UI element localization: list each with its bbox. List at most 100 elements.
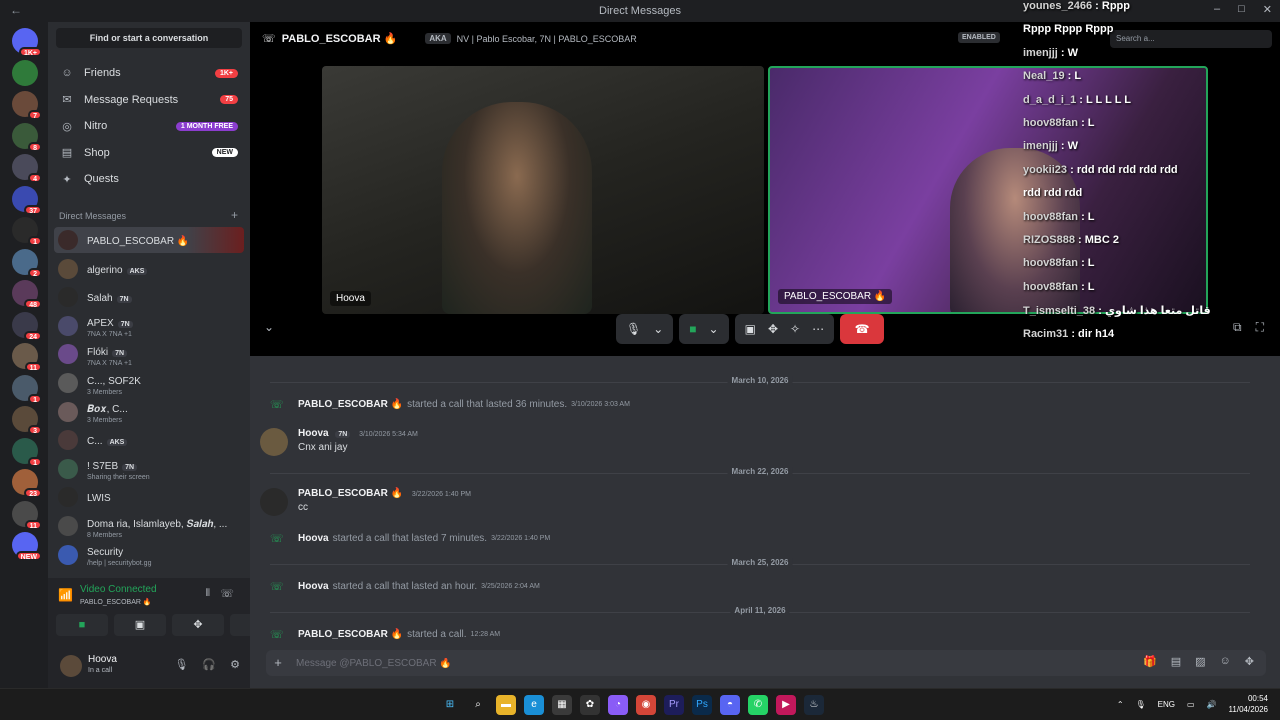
avatar[interactable] bbox=[260, 428, 288, 456]
server-icon[interactable] bbox=[12, 59, 38, 86]
gif-icon[interactable]: ▤ bbox=[1171, 655, 1181, 668]
edge-icon[interactable]: e bbox=[524, 695, 544, 715]
video-tile-pablo[interactable]: PABLO_ESCOBAR 🔥 bbox=[768, 66, 1208, 314]
server-icon[interactable]: 1 bbox=[12, 437, 42, 467]
message-author[interactable]: Hoova bbox=[298, 428, 329, 439]
steam-icon[interactable]: ♨ bbox=[804, 695, 824, 715]
chatgpt-icon[interactable]: ✿ bbox=[580, 695, 600, 715]
activities-icon[interactable]: ✥ bbox=[768, 322, 778, 336]
server-icon[interactable]: 1 bbox=[12, 374, 42, 404]
dm-item[interactable]: algerino AKS bbox=[54, 256, 244, 282]
nav-item-shop[interactable]: ▤ Shop NEW bbox=[54, 142, 244, 164]
server-icon[interactable]: 8 bbox=[12, 122, 42, 152]
emoji-icon[interactable]: ☺ bbox=[1220, 655, 1231, 668]
enabled-badge[interactable]: ENABLED bbox=[958, 32, 1000, 43]
dm-item[interactable]: Flóki 7N 7NA X 7NA +1 bbox=[54, 341, 244, 367]
chrome-icon[interactable]: ◉ bbox=[636, 695, 656, 715]
create-dm-plus-icon[interactable]: + bbox=[231, 208, 238, 222]
whatsapp-icon[interactable]: ✆ bbox=[748, 695, 768, 715]
message-author[interactable]: PABLO_ESCOBAR 🔥 bbox=[298, 629, 403, 640]
mute-microphone-button[interactable]: 🎙 ⌄ bbox=[616, 314, 674, 344]
back-arrow-icon[interactable]: ← bbox=[10, 3, 22, 17]
add-attachment-icon[interactable]: + bbox=[270, 655, 286, 670]
file-explorer-icon[interactable]: ▬ bbox=[496, 695, 516, 715]
network-icon[interactable]: ▭ bbox=[1187, 700, 1195, 709]
message-input[interactable] bbox=[296, 654, 1056, 672]
video-tile-hoova[interactable]: Hoova bbox=[322, 66, 764, 314]
dm-item[interactable]: ! S7EB 7N Sharing their screen bbox=[54, 456, 244, 482]
clock[interactable]: 00:54 11/04/2026 bbox=[1229, 693, 1268, 715]
screen-share-button[interactable]: ▣ bbox=[114, 614, 166, 636]
language-indicator[interactable]: ENG bbox=[1158, 700, 1175, 709]
server-icon[interactable]: 3 bbox=[12, 406, 42, 435]
headphones-icon[interactable]: 🎧 bbox=[202, 658, 216, 671]
message-author[interactable]: PABLO_ESCOBAR 🔥 bbox=[298, 399, 403, 410]
dm-item[interactable]: Salah 7N bbox=[54, 284, 244, 310]
server-icon[interactable]: 37 bbox=[12, 185, 42, 215]
call-peer-name[interactable]: PABLO_ESCOBAR 🔥 bbox=[282, 32, 398, 45]
popout-icon[interactable]: ⧉ bbox=[1233, 320, 1242, 335]
media-player-icon[interactable]: ▶ bbox=[776, 695, 796, 715]
close-icon[interactable]: ✕ bbox=[1263, 3, 1272, 16]
nav-item-friends[interactable]: ☺ Friends 1K+ bbox=[54, 62, 244, 84]
more-options-icon[interactable]: ⋯ bbox=[812, 322, 824, 336]
dm-item[interactable]: C... AKS bbox=[54, 427, 244, 453]
nav-item-quests[interactable]: ✦ Quests bbox=[54, 168, 244, 190]
clan-tag[interactable]: 7N bbox=[335, 431, 351, 438]
server-icon[interactable]: 11 bbox=[12, 500, 42, 530]
server-icon[interactable]: 11 bbox=[12, 343, 42, 372]
store-icon[interactable]: ▦ bbox=[552, 695, 572, 715]
microphone-icon[interactable]: 🎙 bbox=[174, 658, 188, 671]
camera-button[interactable]: ■ bbox=[56, 614, 108, 636]
server-icon[interactable]: 7 bbox=[12, 91, 42, 120]
collapse-chevron-icon[interactable]: ⌄ bbox=[264, 320, 274, 334]
screen-share-icon[interactable]: ▣ bbox=[745, 322, 756, 336]
nav-item-message-requests[interactable]: ✉ Message Requests 75 bbox=[54, 89, 244, 111]
settings-gear-icon[interactable]: ⚙ bbox=[230, 658, 240, 671]
dm-item[interactable]: C..., SOF2K 3 Members bbox=[54, 370, 244, 396]
chevron-up-icon[interactable]: ⌃ bbox=[1117, 700, 1124, 709]
message-author[interactable]: PABLO_ESCOBAR 🔥 bbox=[298, 488, 403, 499]
start-icon[interactable]: ⊞ bbox=[440, 695, 460, 715]
message-author[interactable]: Hoova bbox=[298, 533, 329, 544]
activities-button[interactable]: ✥ bbox=[172, 614, 224, 636]
search-input[interactable]: Search a... bbox=[1110, 30, 1272, 48]
apps-icon[interactable]: ✥ bbox=[1245, 655, 1254, 668]
dm-item[interactable]: PABLO_ESCOBAR 🔥 bbox=[54, 227, 244, 253]
camera-toggle-button[interactable]: ■ ⌄ bbox=[679, 314, 729, 344]
signal-icon[interactable]: 📶 bbox=[58, 588, 73, 602]
soundboard-icon[interactable]: ✧ bbox=[790, 322, 800, 336]
sticker-icon[interactable]: ▨ bbox=[1195, 655, 1205, 668]
find-conversation-button[interactable]: Find or start a conversation bbox=[56, 28, 242, 48]
message-author[interactable]: Hoova bbox=[298, 581, 329, 592]
server-icon[interactable]: 23 bbox=[12, 469, 42, 498]
noise-suppression-icon[interactable]: ⦀ bbox=[206, 588, 210, 599]
volume-icon[interactable]: 🔊 bbox=[1207, 700, 1217, 709]
avatar[interactable] bbox=[60, 655, 82, 677]
search-icon[interactable]: ⌕ bbox=[468, 695, 488, 715]
server-icon[interactable]: 2 bbox=[12, 248, 42, 278]
chevron-down-icon[interactable]: ⌄ bbox=[653, 322, 663, 336]
hang-up-button[interactable]: ☎ bbox=[840, 314, 885, 344]
avatar[interactable] bbox=[260, 488, 288, 516]
discord-icon[interactable]: ◓ bbox=[720, 695, 740, 715]
maximize-icon[interactable]: □ bbox=[1238, 3, 1245, 16]
microphone-icon[interactable]: 🎙 bbox=[1136, 700, 1146, 709]
server-icon[interactable]: 1K+ bbox=[12, 28, 42, 57]
server-icon[interactable]: 48 bbox=[12, 280, 42, 309]
server-icon[interactable]: 1 bbox=[12, 217, 42, 246]
minimize-icon[interactable]: – bbox=[1214, 3, 1220, 16]
dm-item[interactable]: LWIS bbox=[54, 484, 244, 510]
server-icon[interactable]: 24 bbox=[12, 311, 42, 341]
disconnect-icon[interactable]: ☏ bbox=[220, 587, 234, 600]
fullscreen-icon[interactable]: ⛶ bbox=[1256, 320, 1264, 335]
nav-item-nitro[interactable]: ◎ Nitro 1 MONTH FREE bbox=[54, 115, 244, 137]
gift-icon[interactable]: 🎁 bbox=[1143, 655, 1157, 668]
dm-item[interactable]: APEX 7N 7NA X 7NA +1 bbox=[54, 313, 244, 339]
photoshop-icon[interactable]: Ps bbox=[692, 695, 712, 715]
server-icon[interactable]: NEW bbox=[12, 532, 42, 561]
dm-item[interactable]: Security/help | securitybot.gg bbox=[54, 542, 244, 568]
voice-status-text[interactable]: Video Connected bbox=[80, 584, 157, 595]
messenger-icon[interactable]: ◔ bbox=[608, 695, 628, 715]
server-icon[interactable]: 4 bbox=[12, 154, 42, 183]
